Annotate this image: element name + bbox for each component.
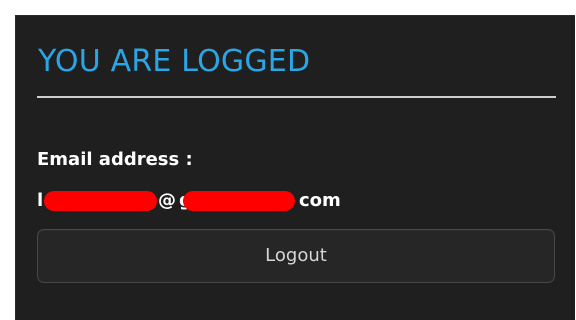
email-address-label: Email address : [37, 149, 193, 170]
logout-button[interactable]: Logout [37, 229, 555, 283]
email-domain-suffix: com [299, 190, 341, 211]
panel-title: YOU ARE LOGGED [38, 44, 311, 79]
redacted-email-user [44, 191, 157, 211]
email-at-symbol: @ [158, 190, 176, 211]
redacted-email-domain [183, 191, 295, 211]
email-prefix: l [37, 190, 44, 211]
title-divider [37, 96, 556, 98]
login-status-panel: YOU ARE LOGGED Email address : l @ g com… [15, 15, 575, 320]
